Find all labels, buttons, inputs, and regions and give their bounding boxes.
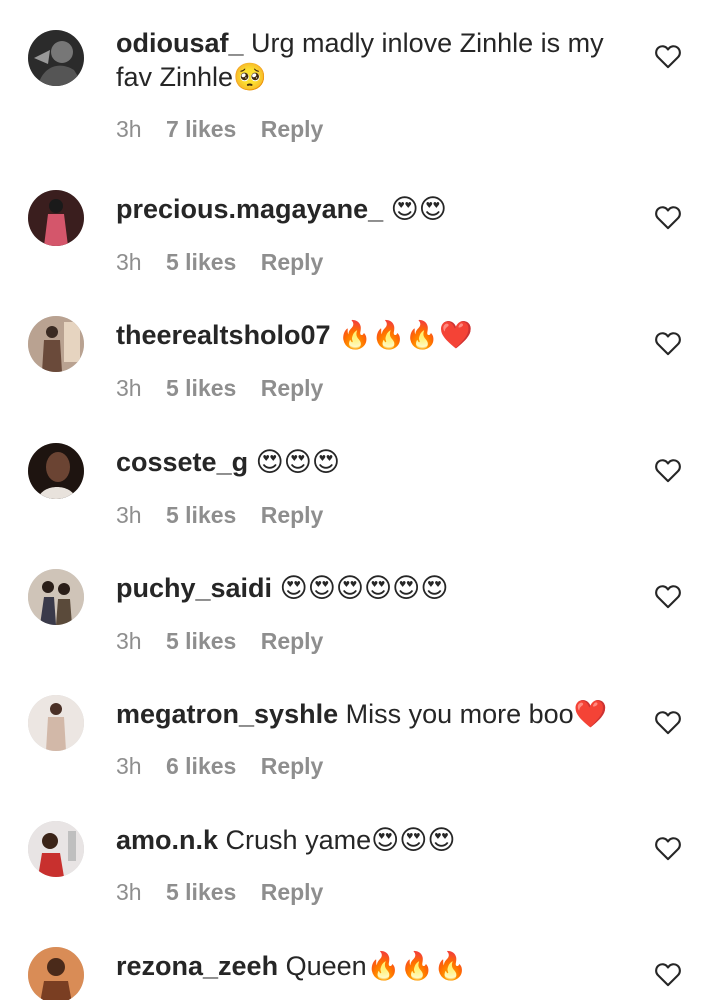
comment-meta: 3h 7 likes Reply <box>116 114 636 144</box>
comment-likes[interactable]: 6 likes <box>166 753 236 779</box>
comment-likes[interactable]: 5 likes <box>166 879 236 905</box>
comment-meta: 3h 5 likes Reply <box>116 500 636 530</box>
comment-time: 3h <box>116 375 142 401</box>
reply-button[interactable]: Reply <box>261 879 324 905</box>
comment-username[interactable]: amo.n.k <box>116 825 218 855</box>
comment-likes[interactable]: 7 likes <box>166 116 236 142</box>
comment-item: cossete_g 😍😍😍 3h 5 likes Reply <box>0 443 720 563</box>
avatar-image <box>28 443 84 499</box>
like-heart-icon[interactable] <box>654 835 682 861</box>
comment-message: Queen🔥🔥🔥 <box>285 951 468 981</box>
comment-text: theerealtsholo07 🔥🔥🔥❤️ <box>116 318 636 353</box>
comment-username[interactable]: megatron_syshle <box>116 699 338 729</box>
avatar[interactable] <box>28 190 84 246</box>
reply-button[interactable]: Reply <box>261 628 324 654</box>
avatar[interactable] <box>28 695 84 751</box>
like-heart-icon[interactable] <box>654 583 682 609</box>
avatar-image <box>28 190 84 246</box>
comment-text: rezona_zeeh Queen🔥🔥🔥 <box>116 949 636 983</box>
comment-text: amo.n.k Crush yame😍😍😍 <box>116 823 636 857</box>
comment-meta: 3h 6 likes Reply <box>116 751 636 781</box>
reply-button[interactable]: Reply <box>261 753 324 779</box>
avatar[interactable] <box>28 316 84 372</box>
reply-button[interactable]: Reply <box>261 375 324 401</box>
like-heart-icon[interactable] <box>654 709 682 735</box>
reply-button[interactable]: Reply <box>261 249 324 275</box>
comment-item: odiousaf_ Urg madly inlove Zinhle is my … <box>0 26 720 186</box>
comment-time: 3h <box>116 502 142 528</box>
comment-item: megatron_syshle Miss you more boo❤️ 3h 6… <box>0 695 720 815</box>
avatar[interactable] <box>28 947 84 1000</box>
like-heart-icon[interactable] <box>654 961 682 987</box>
comment-likes[interactable]: 5 likes <box>166 249 236 275</box>
comment-message: 😍😍😍😍😍😍 <box>279 573 449 604</box>
comment-time: 3h <box>116 116 142 142</box>
comment-likes[interactable]: 5 likes <box>166 502 236 528</box>
comment-meta: 3h 5 likes Reply <box>116 877 636 907</box>
comment-likes[interactable]: 5 likes <box>166 375 236 401</box>
comment-username[interactable]: puchy_saidi <box>116 573 272 603</box>
avatar[interactable] <box>28 443 84 499</box>
avatar-image <box>28 30 84 86</box>
like-heart-icon[interactable] <box>654 204 682 230</box>
comment-text: cossete_g 😍😍😍 <box>116 445 636 480</box>
avatar[interactable] <box>28 821 84 877</box>
comment-time: 3h <box>116 249 142 275</box>
avatar-image <box>28 316 84 372</box>
like-heart-icon[interactable] <box>654 43 682 69</box>
comment-item: amo.n.k Crush yame😍😍😍 3h 5 likes Reply <box>0 821 720 941</box>
comment-message: 😍😍😍 <box>255 447 341 478</box>
comments-list: odiousaf_ Urg madly inlove Zinhle is my … <box>0 0 720 1000</box>
comment-text: puchy_saidi 😍😍😍😍😍😍 <box>116 571 636 606</box>
comment-username[interactable]: rezona_zeeh <box>116 951 278 981</box>
comment-text: odiousaf_ Urg madly inlove Zinhle is my … <box>116 26 636 94</box>
comment-time: 3h <box>116 628 142 654</box>
comment-text: megatron_syshle Miss you more boo❤️ <box>116 697 636 731</box>
comment-message: 🔥🔥🔥❤️ <box>338 320 473 351</box>
comment-message: Miss you more boo❤️ <box>345 699 608 729</box>
like-heart-icon[interactable] <box>654 457 682 483</box>
comment-item: theerealtsholo07 🔥🔥🔥❤️ 3h 5 likes Reply <box>0 316 720 436</box>
comment-item: rezona_zeeh Queen🔥🔥🔥 <box>0 947 720 1000</box>
comment-message: 😍😍 <box>390 194 447 225</box>
avatar-image <box>28 695 84 751</box>
avatar[interactable] <box>28 30 84 86</box>
comment-username[interactable]: cossete_g <box>116 447 248 477</box>
comment-text: precious.magayane_ 😍😍 <box>116 192 636 227</box>
comment-time: 3h <box>116 753 142 779</box>
comment-meta: 3h 5 likes Reply <box>116 373 636 403</box>
avatar-image <box>28 947 84 1000</box>
reply-button[interactable]: Reply <box>261 116 324 142</box>
comment-username[interactable]: odiousaf_ <box>116 28 244 58</box>
comment-username[interactable]: precious.magayane_ <box>116 194 383 224</box>
avatar-image <box>28 569 84 625</box>
comment-item: precious.magayane_ 😍😍 3h 5 likes Reply <box>0 190 720 310</box>
like-heart-icon[interactable] <box>654 330 682 356</box>
comment-meta: 3h 5 likes Reply <box>116 626 636 656</box>
comment-likes[interactable]: 5 likes <box>166 628 236 654</box>
avatar[interactable] <box>28 569 84 625</box>
comment-time: 3h <box>116 879 142 905</box>
comment-meta: 3h 5 likes Reply <box>116 247 636 277</box>
comment-item: puchy_saidi 😍😍😍😍😍😍 3h 5 likes Reply <box>0 569 720 689</box>
reply-button[interactable]: Reply <box>261 502 324 528</box>
comment-message: Crush yame😍😍😍 <box>225 825 456 855</box>
comment-username[interactable]: theerealtsholo07 <box>116 320 331 350</box>
avatar-image <box>28 821 84 877</box>
